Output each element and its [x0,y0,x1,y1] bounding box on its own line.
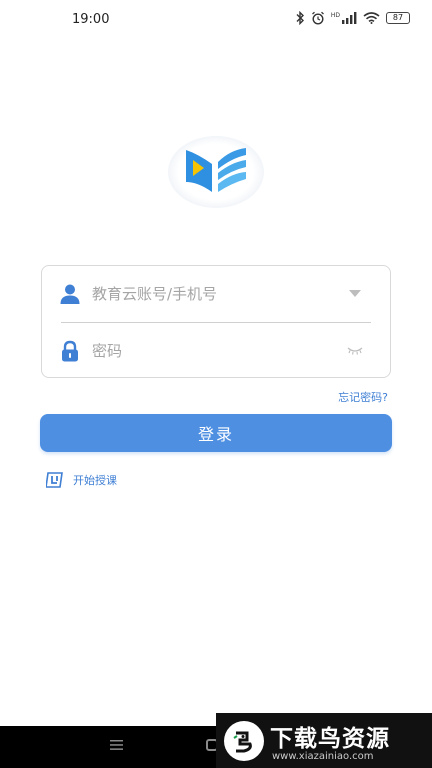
dropdown-icon[interactable] [349,290,361,298]
teaching-icon [46,472,63,488]
login-card [41,265,391,378]
account-input[interactable] [92,280,332,308]
password-input[interactable] [92,337,332,365]
menu-icon[interactable] [110,739,123,751]
status-time: 19:00 [72,12,110,27]
signal-tag: HD [330,11,340,19]
lock-icon [62,340,78,362]
education-book-logo-icon [186,148,246,192]
app-logo [168,128,264,208]
status-bar: 19:00 HD 87 [0,0,432,40]
watermark-title: 下载鸟资源 [270,726,390,752]
eye-closed-icon[interactable] [347,347,363,355]
password-field-row [42,323,390,379]
forgot-password-link[interactable]: 忘记密码? [338,389,388,405]
watermark-bird-icon [224,721,264,761]
start-teaching-label: 开始授课 [73,474,117,487]
wifi-icon [363,12,380,24]
signal-icon [342,12,357,24]
user-icon [60,284,80,304]
start-teaching-link[interactable]: 开始授课 [46,472,117,488]
account-field-row [42,266,390,322]
watermark-banner: 下载鸟资源 www.xiazainiao.com [216,713,432,768]
watermark-url: www.xiazainiao.com [272,751,374,762]
battery-icon: 87 [386,12,410,24]
alarm-icon [311,11,324,25]
status-icons: HD 87 [296,11,410,25]
bluetooth-icon [296,11,304,25]
login-button[interactable]: 登录 [40,414,392,452]
